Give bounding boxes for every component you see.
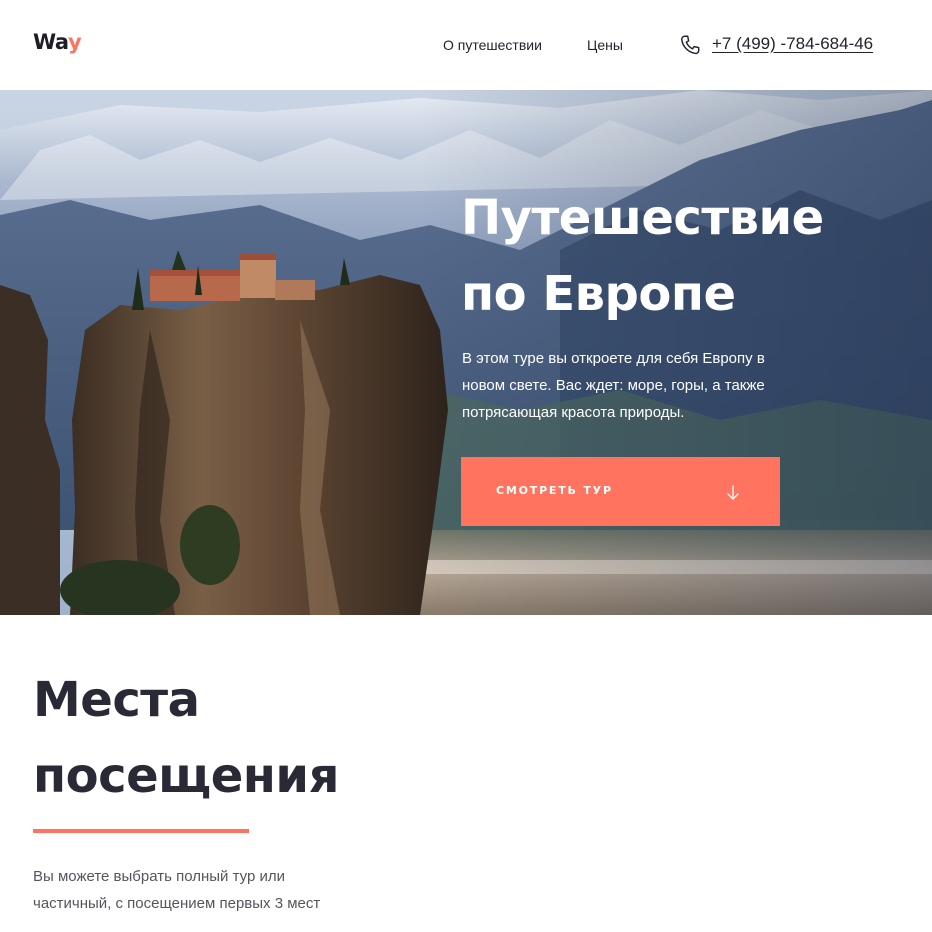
places-title-line-1: Места [33, 672, 200, 728]
hero-title-line-2: по Европе [461, 266, 736, 322]
nav-link-about[interactable]: О путешествии [443, 37, 542, 53]
hero-description: В этом туре вы откроете для себя Европу … [462, 350, 765, 421]
places-description: Вы можете выбрать полный тур или частичн… [33, 868, 321, 912]
phone-icon [681, 35, 700, 55]
arrow-down-icon [727, 485, 739, 500]
places-title: Места посещения [33, 662, 339, 814]
site-header: Way О путешествии Цены +7 (499) -784-684… [0, 0, 932, 90]
hero-title: Путешествие по Европе [461, 180, 901, 332]
hero-title-line-1: Путешествие [461, 190, 824, 246]
logo-accent: y [67, 30, 82, 54]
view-tour-button-label: СМОТРЕТЬ ТУР [496, 484, 613, 497]
phone-link[interactable]: +7 (499) -784-684-46 [712, 34, 873, 54]
hero-section: Путешествие по Европе В этом туре вы отк… [0, 90, 932, 615]
nav-link-prices[interactable]: Цены [587, 37, 623, 53]
logo[interactable]: Way [33, 30, 82, 54]
logo-main: Wa [33, 30, 68, 54]
places-divider [33, 829, 249, 833]
places-title-line-2: посещения [33, 748, 339, 804]
